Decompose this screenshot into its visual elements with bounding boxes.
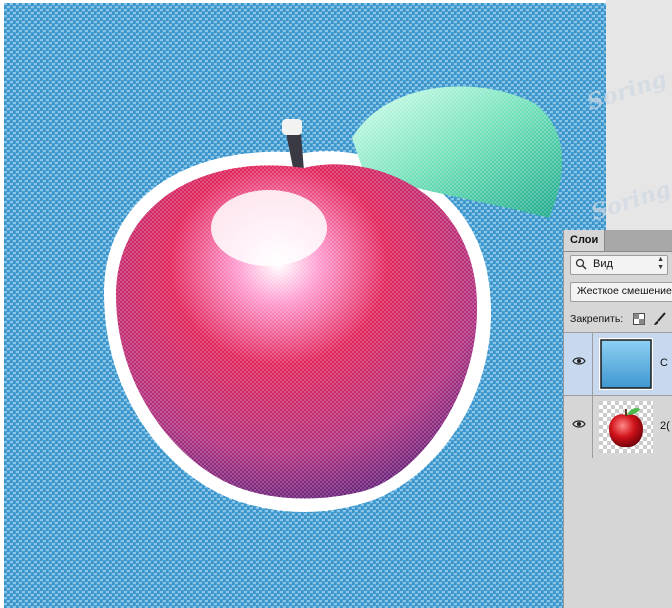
layer-thumbnail bbox=[599, 401, 653, 453]
lock-pixels-brush-icon[interactable] bbox=[653, 312, 667, 329]
document-canvas[interactable]: Soring Soring Soring bbox=[0, 0, 672, 608]
lock-transparency-icon[interactable] bbox=[633, 313, 645, 328]
layer-row[interactable]: C bbox=[564, 332, 672, 395]
panel-tab-bar: Слои bbox=[564, 230, 672, 252]
layer-name: C bbox=[660, 357, 668, 369]
layers-panel: Слои Вид ▲ ▼ Жесткое смешение Закрепить: … bbox=[563, 230, 672, 608]
tab-layers[interactable]: Слои bbox=[564, 230, 606, 251]
row-divider bbox=[592, 396, 593, 458]
search-icon bbox=[575, 258, 589, 273]
lock-label: Закрепить: bbox=[570, 313, 624, 325]
layer-thumbnail bbox=[599, 338, 653, 390]
blend-mode-select[interactable]: Жесткое смешение bbox=[570, 282, 672, 302]
blend-mode-label: Жесткое смешение bbox=[577, 285, 672, 297]
layer-row[interactable]: 2( bbox=[564, 395, 672, 458]
artwork-image bbox=[4, 3, 606, 608]
eye-icon[interactable] bbox=[572, 356, 586, 369]
eye-icon[interactable] bbox=[572, 419, 586, 432]
layer-name: 2( bbox=[660, 420, 670, 432]
layer-filter-select[interactable]: Вид ▲ ▼ bbox=[570, 255, 668, 275]
lock-row: Закрепить: bbox=[570, 312, 672, 328]
updown-arrows-icon: ▲ ▼ bbox=[657, 256, 664, 271]
layer-filter-label: Вид bbox=[593, 258, 613, 270]
row-divider bbox=[592, 333, 593, 395]
